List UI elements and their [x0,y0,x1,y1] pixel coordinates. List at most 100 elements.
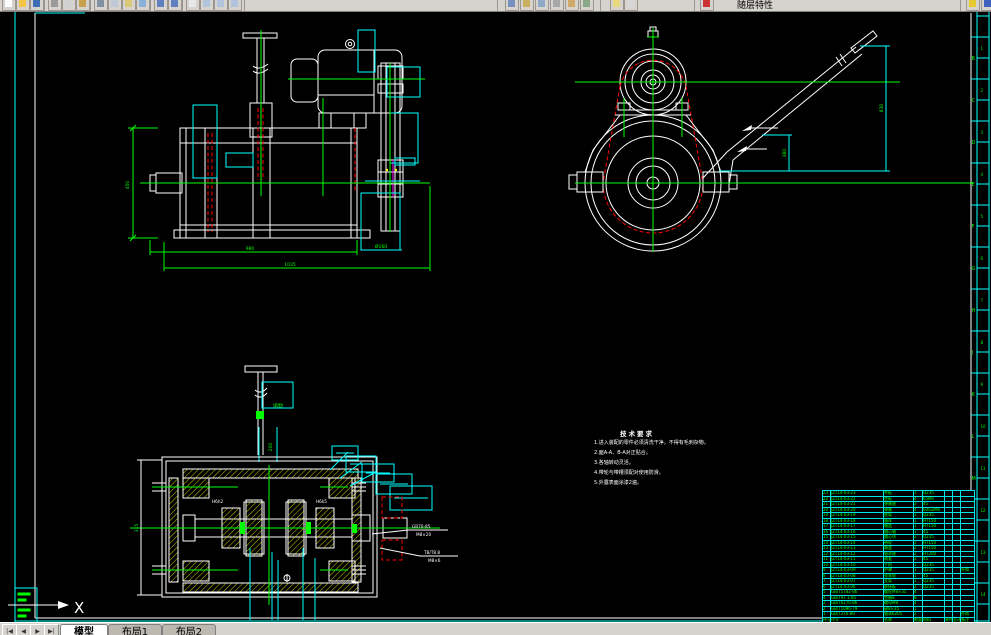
tech-notes-title: 技术要求 [620,430,654,438]
toolpalette-icon[interactable] [535,0,549,11]
zone-letter: 8 [981,340,984,345]
zone-letter: F [972,224,975,230]
zone-letter: 6 [981,256,984,261]
pan-icon[interactable] [186,0,200,11]
view-section: 详图Ⅰ 200 H6h2 H6k5 315 GB70-85 M8×20 TB/T… [130,365,458,620]
layer-style-dropdown[interactable]: 随层特性 [737,0,773,11]
layer-states-icon[interactable] [624,0,638,11]
copy-icon [111,0,118,7]
zoom-window-icon[interactable] [214,0,228,11]
bom-table: 23 JZT14-03-23 夯板 1 Q235 22 JZT14-03-22 垫板 4 65Mn… [822,490,975,623]
tech-note-line: 1.进入装配的零件必须清洗干净，不得有毛刺杂物。 [594,440,709,446]
tab-model[interactable]: 模型 [60,624,108,635]
zone-letter: 14 [981,592,987,597]
zone-letter: 3 [981,130,984,135]
toolbar-separator [150,0,151,11]
zone-letter: 2 [981,88,984,93]
zone-letter: H [972,308,976,314]
bolt-callout-2b: M8×6 [428,558,441,563]
save-icon[interactable] [30,0,44,11]
plot-icon[interactable] [48,0,62,11]
copy-icon[interactable] [108,0,122,11]
new-icon [5,0,12,7]
zoom-previous-icon[interactable] [228,0,242,11]
dim-handle: 200 [268,443,274,452]
redo-icon [171,0,178,7]
zone-letter: G [972,266,976,272]
toolpalette-icon [538,0,545,7]
spell-icon [79,0,86,7]
help-icon[interactable] [981,0,991,11]
preview-icon[interactable] [62,0,76,11]
properties-icon [508,0,515,7]
zone-letter: M [972,476,976,482]
designcenter-icon[interactable] [520,0,534,11]
dim-front-h2: 380 [782,149,788,158]
tab-nav-prev[interactable]: ◀ [16,624,31,635]
help-icon [984,0,991,7]
plot-icon [51,0,58,7]
preview-icon [65,0,72,7]
zone-letter: K [972,392,976,398]
zone-letter: 4 [981,172,984,177]
pan-icon [189,0,196,7]
zone-letter: 1 [981,46,984,51]
markup-icon[interactable] [565,0,579,11]
favorites-icon [969,0,976,7]
undo-icon [157,0,164,7]
zone-letter: 9 [981,382,984,387]
layout-tabbar: |◀ ◀ ▶ ▶| 模型 布局1 布局2 [0,622,991,635]
zone-letter: D [972,140,976,146]
designcenter-icon [523,0,530,7]
zoom-realtime-icon[interactable] [200,0,214,11]
properties-icon[interactable] [505,0,519,11]
paste-icon[interactable] [122,0,136,11]
zone-letter: C [972,98,976,104]
spell-icon[interactable] [76,0,90,11]
match-properties-icon [139,0,146,7]
tab-nav-first[interactable]: |◀ [2,624,17,635]
favorites-icon[interactable] [966,0,980,11]
dim-side-len1: 980 [246,246,255,252]
tech-note-line: 4.带轮与带槽须配对使用防滑。 [594,470,664,476]
zoom-previous-icon [231,0,238,7]
fit-callout-2: H6k5 [316,499,327,504]
new-icon[interactable] [2,0,16,11]
tab-nav-last[interactable]: ▶| [44,624,59,635]
dim-side-pulley: Ø160 [375,243,387,250]
markup-icon [568,0,575,7]
tab-nav-next[interactable]: ▶ [30,624,45,635]
zone-letter: 12 [981,508,987,513]
toolbar-separator [90,0,91,11]
view-front: 830 380 [568,26,973,252]
tab-layout2[interactable]: 布局2 [162,624,216,635]
tab-layout1[interactable]: 布局1 [108,624,162,635]
layer-properties-icon [613,0,620,7]
sheetset-icon[interactable] [550,0,564,11]
color-control-icon [703,0,710,7]
redo-icon[interactable] [168,0,182,11]
zone-letter: 11 [981,466,987,471]
zone-letter: 13 [981,550,987,555]
cut-icon [97,0,104,7]
color-control-icon[interactable] [700,0,714,11]
undo-icon[interactable] [154,0,168,11]
open-icon[interactable] [16,0,30,11]
match-properties-icon[interactable] [136,0,150,11]
fit-callout-1: H6h2 [212,499,223,504]
layer-states-icon [627,0,634,7]
drawing-canvas[interactable]: BCDEFGHJKLMNPR1234567891011121314 X [0,0,991,635]
block-editor-icon[interactable] [580,0,594,11]
zone-letter: L [972,434,975,440]
toolbar-separator [960,0,961,11]
toolbar-separator [497,0,498,11]
tech-notes: 技术要求 1.进入装配的零件必须清洗干净，不得有毛刺杂物。 2.面A-A、B-A… [594,428,769,488]
bolt-callout-1a: GB70-85 [412,524,431,529]
zoom-window-icon [217,0,224,7]
layer-properties-icon[interactable] [610,0,624,11]
zone-letter: 5 [981,214,984,219]
open-icon [19,0,26,7]
toolbar-separator [600,0,601,11]
cut-icon[interactable] [94,0,108,11]
ucs-icon: X [8,599,84,617]
